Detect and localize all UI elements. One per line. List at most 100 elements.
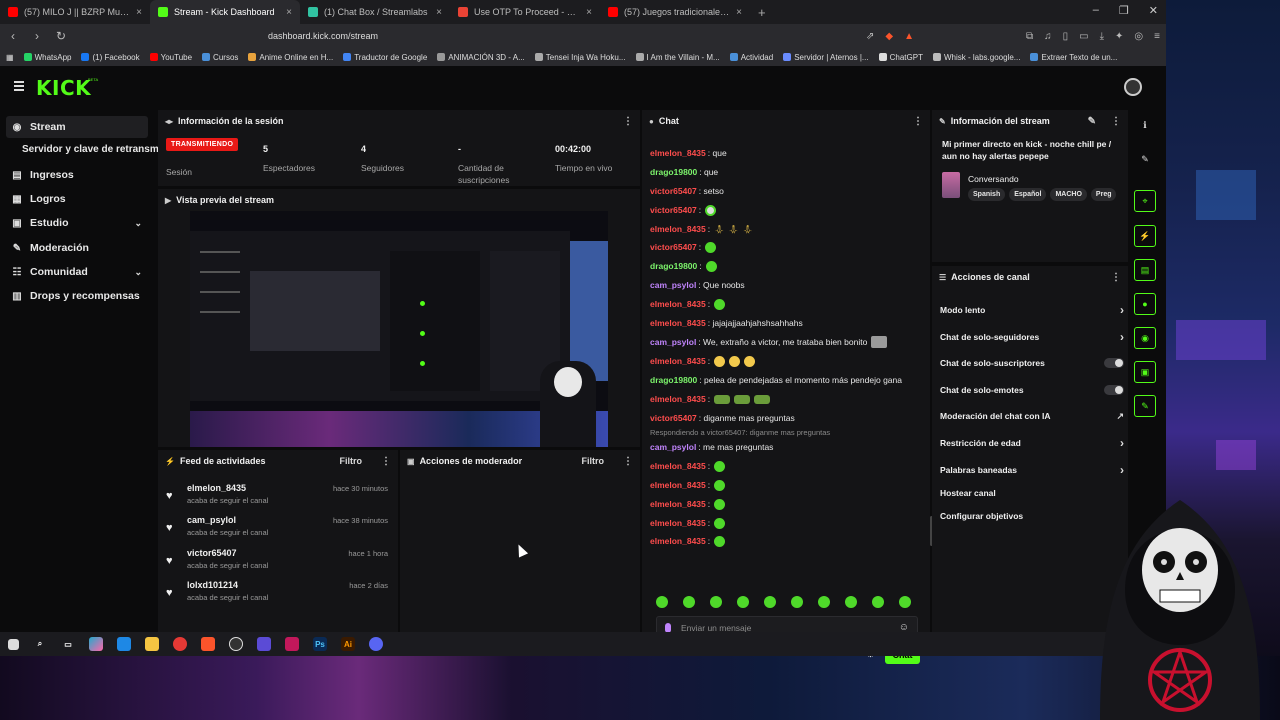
browser-tab[interactable]: (57) Juegos tradicionales "los yases" ×	[600, 0, 750, 24]
chat-message[interactable]: elmelon_8435: que	[650, 146, 926, 160]
emote-icon[interactable]	[656, 596, 668, 608]
chat-username[interactable]: drago19800	[650, 261, 697, 271]
more-options-icon[interactable]: ⋮	[1111, 272, 1121, 283]
channel-action-item[interactable]: Chat de solo-emotes	[940, 382, 1124, 398]
bookmark[interactable]: Tensei Inja Wa Hoku...	[534, 53, 626, 62]
windows-start-icon[interactable]	[8, 638, 19, 650]
chat-username[interactable]: elmelon_8435	[650, 461, 706, 471]
broadcast-icon[interactable]: ◉	[1134, 327, 1156, 349]
chat-username[interactable]: cam_psylol	[650, 442, 696, 452]
copilot-icon[interactable]	[89, 637, 103, 651]
close-icon[interactable]: ×	[736, 7, 742, 18]
download-icon[interactable]: ⤓	[1100, 31, 1104, 42]
chat-username[interactable]: elmelon_8435	[650, 318, 706, 328]
chat-username[interactable]: elmelon_8435	[650, 480, 706, 490]
more-options-icon[interactable]: ⋮	[913, 116, 923, 127]
reload-icon[interactable]: ↻	[54, 29, 68, 43]
chat-username[interactable]: elmelon_8435	[650, 518, 706, 528]
close-icon[interactable]: ×	[136, 7, 142, 18]
more-options-icon[interactable]: ⋮	[381, 456, 391, 467]
stream-preview-video[interactable]	[190, 211, 608, 447]
mic-icon[interactable]	[665, 622, 671, 633]
bookmark[interactable]: Servidor | Aternos |...	[783, 53, 869, 62]
close-icon[interactable]: ×	[436, 7, 442, 18]
list-item[interactable]: ♥ lolxd101214 acaba de seguir el canal h…	[166, 580, 388, 610]
bookmark[interactable]: ANIMACIÓN 3D - A...	[437, 53, 525, 62]
photoshop-icon[interactable]: Ps	[313, 637, 327, 651]
chat-username[interactable]: elmelon_8435	[650, 148, 706, 158]
vpn-icon[interactable]: ◎	[1134, 31, 1143, 42]
sidebar-item-estudio[interactable]: ▣ Estudio ⌄	[6, 212, 148, 234]
emote-icon[interactable]	[764, 596, 776, 608]
illustrator-icon[interactable]: Ai	[341, 637, 355, 651]
url-field[interactable]: dashboard.kick.com/stream	[268, 31, 378, 41]
bookmark[interactable]: Actividad	[729, 53, 773, 62]
channel-action-item[interactable]: Modo lento ›	[940, 302, 1124, 318]
wrench-icon[interactable]: ✎	[1134, 395, 1156, 417]
chat-message[interactable]: elmelon_8435:	[650, 516, 926, 530]
brave-rewards-icon[interactable]: ▲	[904, 31, 914, 42]
chat-message[interactable]: drago19800: que	[650, 165, 926, 179]
close-icon[interactable]: ×	[286, 7, 292, 18]
emote-icon[interactable]	[737, 596, 749, 608]
chat-bubble-icon[interactable]: ●	[1134, 293, 1156, 315]
forward-icon[interactable]: ›	[30, 29, 44, 43]
new-tab-button[interactable]: +	[750, 5, 774, 20]
emote-icon[interactable]	[872, 596, 884, 608]
chat-username[interactable]: elmelon_8435	[650, 536, 706, 546]
share-icon[interactable]: ⇗	[866, 31, 874, 42]
brave-shield-icon[interactable]: ◆	[885, 31, 893, 42]
chat-message[interactable]: elmelon_8435: 🙏︎ 🙏︎ 🙏︎	[650, 222, 926, 236]
toggle-switch[interactable]	[1104, 385, 1124, 395]
avatar[interactable]	[1124, 78, 1142, 96]
list-item[interactable]: ♥ cam_psylol acaba de seguir el canal ha…	[166, 515, 388, 545]
leo-icon[interactable]: ✦	[1115, 31, 1123, 42]
channel-action-item[interactable]: Chat de solo-seguidores ›	[940, 329, 1124, 345]
chat-message[interactable]: elmelon_8435:	[650, 392, 926, 406]
document-icon[interactable]: ▤	[1134, 259, 1156, 281]
menu-icon[interactable]: ≡	[1154, 31, 1160, 42]
chat-username[interactable]: elmelon_8435	[650, 356, 706, 366]
emote-icon[interactable]	[845, 596, 857, 608]
channel-action-item[interactable]: Chat de solo-suscriptores	[940, 355, 1124, 371]
chat-username[interactable]: victor65407	[650, 413, 697, 423]
chat-username[interactable]: elmelon_8435	[650, 499, 706, 509]
obs-icon[interactable]	[229, 637, 243, 651]
brave-icon[interactable]	[201, 637, 215, 651]
sidebar-item-stream[interactable]: ◉ Stream	[6, 116, 148, 138]
app-icon[interactable]	[285, 637, 299, 651]
emote-icon[interactable]	[899, 596, 911, 608]
maximize-icon[interactable]: ❐	[1119, 4, 1129, 17]
chat-message[interactable]: cam_psylol: We, extraño a victor, me tra…	[650, 335, 926, 349]
emote-icon[interactable]	[683, 596, 695, 608]
more-options-icon[interactable]: ⋮	[623, 116, 633, 127]
bookmark[interactable]: Extraer Texto de un...	[1030, 53, 1117, 62]
store-icon[interactable]	[117, 637, 131, 651]
bookmark[interactable]: (1) Facebook	[81, 53, 140, 62]
chat-message[interactable]: cam_psylol: Que noobs	[650, 278, 926, 292]
chat-message[interactable]: elmelon_8435:	[650, 459, 926, 473]
sidebar-item-drops[interactable]: ▥ Drops y recompensas	[6, 285, 148, 307]
browser-tab[interactable]: Use OTP To Proceed - maicolvg.2002 ×	[450, 0, 600, 24]
chat-message[interactable]: victor65407: diganme mas preguntas	[650, 411, 926, 425]
emote-icon[interactable]	[710, 596, 722, 608]
chat-username[interactable]: cam_psylol	[650, 280, 696, 290]
folder-icon[interactable]	[145, 637, 159, 651]
chat-message[interactable]: drago19800: pelea de pendejadas el momen…	[650, 373, 926, 387]
chat-message[interactable]: elmelon_8435: jajajajjaahjahshsahhahs	[650, 316, 926, 330]
browser-tab-active[interactable]: Stream - Kick Dashboard ×	[150, 0, 300, 24]
chat-message[interactable]: elmelon_8435:	[650, 497, 926, 511]
browser-tab[interactable]: (57) MILO J || BZRP Music Sessio ×	[0, 0, 150, 24]
focus-icon[interactable]: ⌖	[1134, 190, 1156, 212]
chat-message[interactable]: victor65407:	[650, 240, 926, 254]
toggle-switch[interactable]	[1104, 358, 1124, 368]
emote-icon[interactable]	[818, 596, 830, 608]
chat-username[interactable]: drago19800	[650, 167, 697, 177]
chat-username[interactable]: victor65407	[650, 205, 697, 215]
chat-username[interactable]: cam_psylol	[650, 337, 696, 347]
chat-username[interactable]: victor65407	[650, 242, 697, 252]
wallet-icon[interactable]: ▭	[1079, 31, 1088, 42]
lightning-icon[interactable]: ⚡	[1134, 225, 1156, 247]
chat-message[interactable]: elmelon_8435:	[650, 297, 926, 311]
chat-message[interactable]: elmelon_8435:	[650, 478, 926, 492]
